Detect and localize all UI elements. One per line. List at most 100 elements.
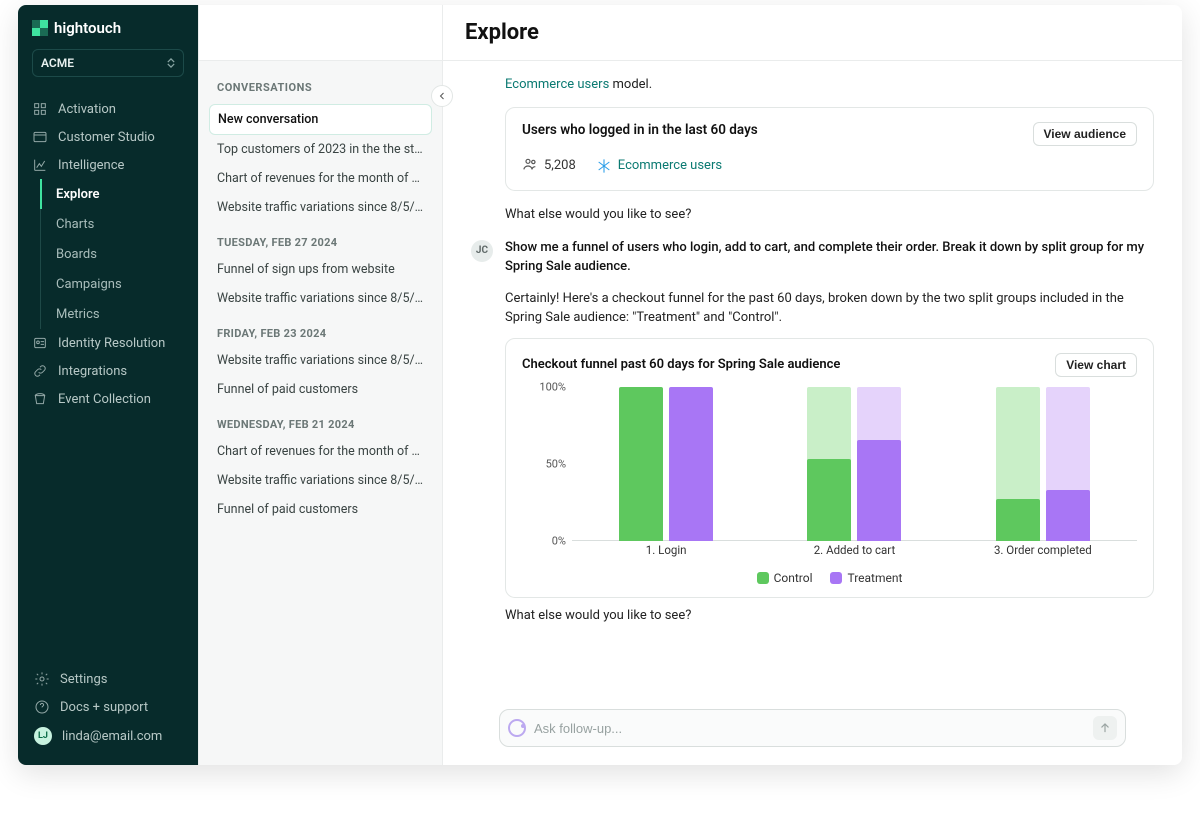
conversation-item[interactable]: Funnel of sign ups from website <box>209 255 432 284</box>
conversation-item[interactable]: Funnel of paid customers <box>209 375 432 404</box>
nav-sub-explore[interactable]: Explore <box>18 179 198 209</box>
legend-swatch-treatment <box>830 572 842 584</box>
nav-sub-metrics[interactable]: Metrics <box>18 299 198 329</box>
user-message: JC Show me a funnel of users who login, … <box>471 238 1154 277</box>
audience-stats: 5,208 Ecommerce users <box>522 156 1137 176</box>
sidebar-top: hightouch ACME <box>18 5 198 87</box>
conversation-item[interactable]: Website traffic variations since 8/5/23 <box>209 193 432 222</box>
chart-icon <box>32 157 48 173</box>
conversation-item[interactable]: New conversation <box>209 104 432 135</box>
conversation-item[interactable]: Website traffic variations since 8/5/23 <box>209 346 432 375</box>
chart-plot: 100% 50% 0% 1. Login2. Added to cart3. O… <box>522 383 1137 563</box>
send-button[interactable] <box>1093 716 1117 740</box>
nav-identity[interactable]: Identity Resolution <box>18 329 198 357</box>
nav-customer-studio[interactable]: Customer Studio <box>18 123 198 151</box>
x-tick-label: 2. Added to cart <box>760 543 948 563</box>
nav-label: Identity Resolution <box>58 336 165 351</box>
composer[interactable] <box>499 709 1126 747</box>
conversations-list: CONVERSATIONS New conversationTop custom… <box>199 61 442 765</box>
brand-logo-icon <box>32 20 48 36</box>
chevron-updown-icon <box>167 58 175 68</box>
conversation-item[interactable]: Website traffic variations since 8/5/23 <box>209 284 432 313</box>
legend-item: Control <box>757 571 813 585</box>
conversation-item[interactable]: Website traffic variations since 8/5/23 <box>209 466 432 495</box>
chat-scroll[interactable]: Ecommerce users model. Users who logged … <box>471 61 1154 699</box>
link-icon <box>32 363 48 379</box>
main-panel: Explore Ecommerce users model. Users who… <box>443 5 1182 765</box>
nav-sub-label: Explore <box>56 187 100 202</box>
conversation-item[interactable]: Top customers of 2023 in the the state o… <box>209 135 432 164</box>
studio-icon <box>32 129 48 145</box>
conversations-date-header: WEDNESDAY, FEB 21 2024 <box>209 404 432 437</box>
view-chart-button[interactable]: View chart <box>1055 353 1137 377</box>
nav-sub-label: Metrics <box>56 307 100 322</box>
y-tick: 0% <box>552 534 566 547</box>
conversations-date-header: FRIDAY, FEB 23 2024 <box>209 313 432 346</box>
people-icon <box>522 156 538 176</box>
chart-bar <box>669 387 713 541</box>
y-tick: 50% <box>546 457 566 470</box>
chart-group <box>760 387 948 541</box>
nav-sub-label: Campaigns <box>56 277 122 292</box>
user-avatar-icon: JC <box>471 240 493 262</box>
workspace-name: ACME <box>41 56 74 70</box>
conversation-item[interactable]: Chart of revenues for the month of Octob… <box>209 437 432 466</box>
conversations-title: CONVERSATIONS <box>209 79 432 104</box>
nav-intelligence[interactable]: Intelligence <box>18 151 198 179</box>
audience-source[interactable]: Ecommerce users <box>618 158 722 173</box>
legend-item: Treatment <box>830 571 902 585</box>
chat-area: Ecommerce users model. Users who logged … <box>443 61 1182 765</box>
chart-y-axis: 100% 50% 0% <box>522 383 572 563</box>
nav-label: Activation <box>58 102 116 117</box>
chart-group <box>949 387 1137 541</box>
user-message-text: Show me a funnel of users who login, add… <box>505 240 1144 275</box>
nav-sub-label: Charts <box>56 217 94 232</box>
nav-settings[interactable]: Settings <box>24 665 192 693</box>
ai-orb-icon <box>508 719 526 737</box>
chevron-left-icon <box>436 90 448 102</box>
conversations-panel: CONVERSATIONS New conversationTop custom… <box>198 5 443 765</box>
nav-activation[interactable]: Activation <box>18 95 198 123</box>
settings-label: Settings <box>60 672 107 687</box>
nav-user[interactable]: LJ linda@email.com <box>24 721 192 751</box>
chart-bar <box>996 387 1040 541</box>
nav-label: Integrations <box>58 364 127 379</box>
composer-wrap <box>471 699 1154 765</box>
nav-event-collection[interactable]: Event Collection <box>18 385 198 413</box>
chart-bar <box>857 387 901 541</box>
chart-bar <box>807 387 851 541</box>
workspace-picker[interactable]: ACME <box>32 49 184 77</box>
nav-sub-charts[interactable]: Charts <box>18 209 198 239</box>
audience-card: Users who logged in in the last 60 days … <box>505 107 1154 191</box>
identity-icon <box>32 335 48 351</box>
chart-card: Checkout funnel past 60 days for Spring … <box>505 338 1154 598</box>
audience-count: 5,208 <box>544 158 576 173</box>
y-tick: 100% <box>539 380 566 393</box>
page-title-text: Explore <box>465 20 539 45</box>
composer-input[interactable] <box>534 721 1085 736</box>
sidebar-bottom: Settings Docs + support LJ linda@email.c… <box>18 657 198 765</box>
view-audience-button[interactable]: View audience <box>1033 122 1137 146</box>
nav-sub-campaigns[interactable]: Campaigns <box>18 269 198 299</box>
nav-label: Event Collection <box>58 392 151 407</box>
collapse-panel-button[interactable] <box>431 85 453 107</box>
brand-name: hightouch <box>54 19 121 37</box>
convs-header-spacer <box>199 5 442 61</box>
chart-bar <box>619 387 663 541</box>
nav-docs[interactable]: Docs + support <box>24 693 192 721</box>
x-tick-label: 1. Login <box>572 543 760 563</box>
chart-group <box>572 387 760 541</box>
assistant-followup: What else would you like to see? <box>505 608 1154 623</box>
bucket-icon <box>32 391 48 407</box>
brand: hightouch <box>32 19 184 37</box>
audience-title: Users who logged in in the last 60 days <box>522 122 758 138</box>
assistant-message-partial: Ecommerce users model. <box>471 75 1154 95</box>
nav-integrations[interactable]: Integrations <box>18 357 198 385</box>
model-link[interactable]: Ecommerce users <box>505 77 609 92</box>
user-email: linda@email.com <box>62 729 162 744</box>
conversation-item[interactable]: Funnel of paid customers <box>209 495 432 524</box>
conversation-item[interactable]: Chart of revenues for the month of Octob… <box>209 164 432 193</box>
arrow-up-icon <box>1098 721 1112 735</box>
nav-sub-label: Boards <box>56 247 97 262</box>
nav-sub-boards[interactable]: Boards <box>18 239 198 269</box>
